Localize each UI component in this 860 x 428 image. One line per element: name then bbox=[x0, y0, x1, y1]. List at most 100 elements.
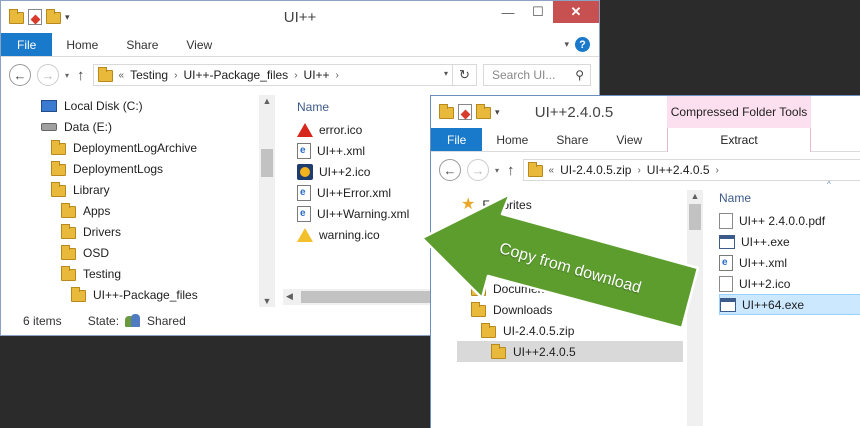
tab-extract[interactable]: Extract bbox=[667, 128, 811, 152]
breadcrumb-item[interactable]: UI++2.4.0.5 bbox=[647, 163, 710, 177]
tab-file[interactable]: File bbox=[431, 128, 483, 151]
tab-share[interactable]: Share bbox=[542, 128, 602, 151]
state-value: Shared bbox=[147, 314, 186, 328]
properties-icon[interactable] bbox=[458, 104, 472, 120]
customize-toolbar-icon[interactable]: ▾ bbox=[65, 12, 70, 23]
address-dropdown-icon[interactable]: ▾ bbox=[444, 69, 448, 78]
nav-item[interactable]: DeploymentLogs bbox=[37, 158, 259, 179]
breadcrumb-item[interactable]: UI++-Package_files bbox=[183, 68, 288, 82]
new-folder-icon[interactable] bbox=[476, 104, 491, 119]
scroll-left-icon[interactable]: ◀ bbox=[286, 291, 293, 302]
tab-home[interactable]: Home bbox=[482, 128, 542, 151]
recent-locations-icon[interactable]: ▾ bbox=[65, 71, 69, 80]
refresh-button[interactable]: ↻ bbox=[452, 65, 476, 85]
file-list: Name error.ico UI++.xml UI++2.ico UI++Error… bbox=[297, 95, 427, 295]
sort-ascending-icon: ^ bbox=[827, 180, 831, 189]
navigation-scrollbar[interactable]: ▲ ▼ bbox=[259, 95, 275, 307]
error-icon bbox=[297, 122, 313, 137]
chevron-right-icon[interactable]: › bbox=[294, 70, 297, 81]
scrollbar-thumb[interactable] bbox=[261, 149, 273, 177]
nav-item-label: UI++-Package_files bbox=[93, 287, 198, 302]
chevron-right-icon[interactable]: › bbox=[637, 165, 640, 176]
new-folder-icon[interactable] bbox=[46, 9, 61, 24]
breadcrumb-overflow[interactable]: « bbox=[549, 165, 555, 176]
breadcrumb-overflow[interactable]: « bbox=[119, 70, 125, 81]
file-item[interactable]: UI++.xml bbox=[297, 140, 427, 161]
breadcrumb-item[interactable]: UI-2.4.0.5.zip bbox=[560, 163, 631, 177]
nav-item[interactable]: OSD bbox=[37, 242, 259, 263]
tab-view[interactable]: View bbox=[602, 128, 656, 151]
minimize-button[interactable]: — bbox=[493, 1, 523, 23]
recent-locations-icon[interactable]: ▾ bbox=[495, 166, 499, 175]
folder-icon bbox=[61, 202, 76, 218]
nav-item[interactable]: UI++-Package_files bbox=[37, 284, 259, 305]
properties-icon[interactable] bbox=[28, 9, 42, 25]
tab-share[interactable]: Share bbox=[112, 33, 172, 56]
sharing-state: State: Shared bbox=[88, 314, 186, 328]
expand-ribbon-icon[interactable]: ▾ bbox=[564, 39, 569, 50]
back-button[interactable]: ← bbox=[439, 159, 461, 181]
tab-file[interactable]: File bbox=[1, 33, 53, 56]
column-header-name[interactable]: Name bbox=[719, 186, 860, 210]
breadcrumb-item[interactable]: UI++ bbox=[304, 68, 330, 82]
nav-item[interactable]: Testing bbox=[37, 263, 259, 284]
file-item[interactable]: UI++ 2.4.0.0.pdf bbox=[719, 210, 860, 231]
nav-item[interactable]: Local Disk (C:) bbox=[37, 95, 259, 116]
nav-item[interactable]: Library bbox=[37, 179, 259, 200]
file-item[interactable]: UI++64.exe bbox=[719, 294, 860, 315]
file-name: UI++2.ico bbox=[739, 276, 791, 291]
xml-file-icon bbox=[719, 254, 733, 271]
quick-access-toolbar: ▾ bbox=[431, 104, 500, 120]
chevron-right-icon[interactable]: › bbox=[174, 70, 177, 81]
folder-icon bbox=[97, 67, 113, 82]
chevron-right-icon[interactable]: › bbox=[336, 70, 339, 81]
item-count: 6 items bbox=[23, 314, 62, 328]
nav-item[interactable]: Data (E:) bbox=[37, 116, 259, 137]
folder-icon bbox=[51, 160, 66, 176]
search-icon[interactable]: ⚲ bbox=[575, 68, 584, 82]
scrollbar-thumb[interactable] bbox=[301, 291, 431, 303]
nav-item[interactable]: Apps bbox=[37, 200, 259, 221]
scroll-up-icon[interactable]: ▲ bbox=[259, 96, 275, 106]
horizontal-scrollbar[interactable]: ◀ bbox=[283, 289, 433, 305]
file-name: UI++Warning.xml bbox=[317, 206, 410, 221]
chevron-right-icon[interactable]: › bbox=[716, 165, 719, 176]
scroll-down-icon[interactable]: ▼ bbox=[259, 296, 275, 306]
address-bar[interactable]: « Testing › UI++-Package_files › UI++ › … bbox=[92, 64, 477, 86]
title-bar[interactable]: ▾ UI++ — ☐ ✕ bbox=[1, 1, 599, 33]
nav-item[interactable]: Drivers bbox=[37, 221, 259, 242]
up-button[interactable]: ↑ bbox=[75, 67, 87, 84]
address-bar[interactable]: « UI-2.4.0.5.zip › UI++2.4.0.5 › bbox=[522, 159, 860, 181]
close-button[interactable]: ✕ bbox=[553, 1, 599, 23]
file-item[interactable]: UI++Warning.xml bbox=[297, 203, 427, 224]
file-item[interactable]: UI++.exe bbox=[719, 231, 860, 252]
file-item[interactable]: UI++2.ico bbox=[297, 161, 427, 182]
quick-access-toolbar: ▾ bbox=[1, 9, 70, 25]
back-button[interactable]: ← bbox=[9, 64, 31, 86]
file-item[interactable]: error.ico bbox=[297, 119, 427, 140]
column-header-name[interactable]: Name bbox=[297, 95, 427, 119]
tab-view[interactable]: View bbox=[172, 33, 226, 56]
nav-item-label: Testing bbox=[83, 266, 122, 281]
xml-file-icon bbox=[297, 184, 311, 201]
search-input[interactable]: Search UI... ⚲ bbox=[483, 64, 591, 86]
file-name: error.ico bbox=[319, 122, 363, 137]
file-item[interactable]: UI++.xml bbox=[719, 252, 860, 273]
forward-button[interactable]: → bbox=[467, 159, 489, 181]
ui-ico-icon bbox=[297, 163, 313, 180]
maximize-button[interactable]: ☐ bbox=[523, 1, 553, 23]
file-item[interactable]: UI++Error.xml bbox=[297, 182, 427, 203]
file-item[interactable]: UI++2.ico bbox=[719, 273, 860, 294]
help-icon[interactable]: ? bbox=[575, 37, 590, 52]
nav-item[interactable]: DeploymentLogArchive bbox=[37, 137, 259, 158]
up-button[interactable]: ↑ bbox=[505, 162, 517, 179]
breadcrumb-item[interactable]: Testing bbox=[130, 68, 168, 82]
folder-icon bbox=[9, 9, 24, 24]
state-label: State: bbox=[87, 314, 120, 328]
customize-toolbar-icon[interactable]: ▾ bbox=[495, 107, 500, 118]
tab-home[interactable]: Home bbox=[52, 33, 112, 56]
context-group-title: Compressed Folder Tools bbox=[670, 105, 808, 119]
forward-button[interactable]: → bbox=[37, 64, 59, 86]
file-list: Name UI++ 2.4.0.0.pdf UI++.exe UI++.xml UI+… bbox=[719, 186, 860, 326]
file-item[interactable]: warning.ico bbox=[297, 224, 427, 245]
